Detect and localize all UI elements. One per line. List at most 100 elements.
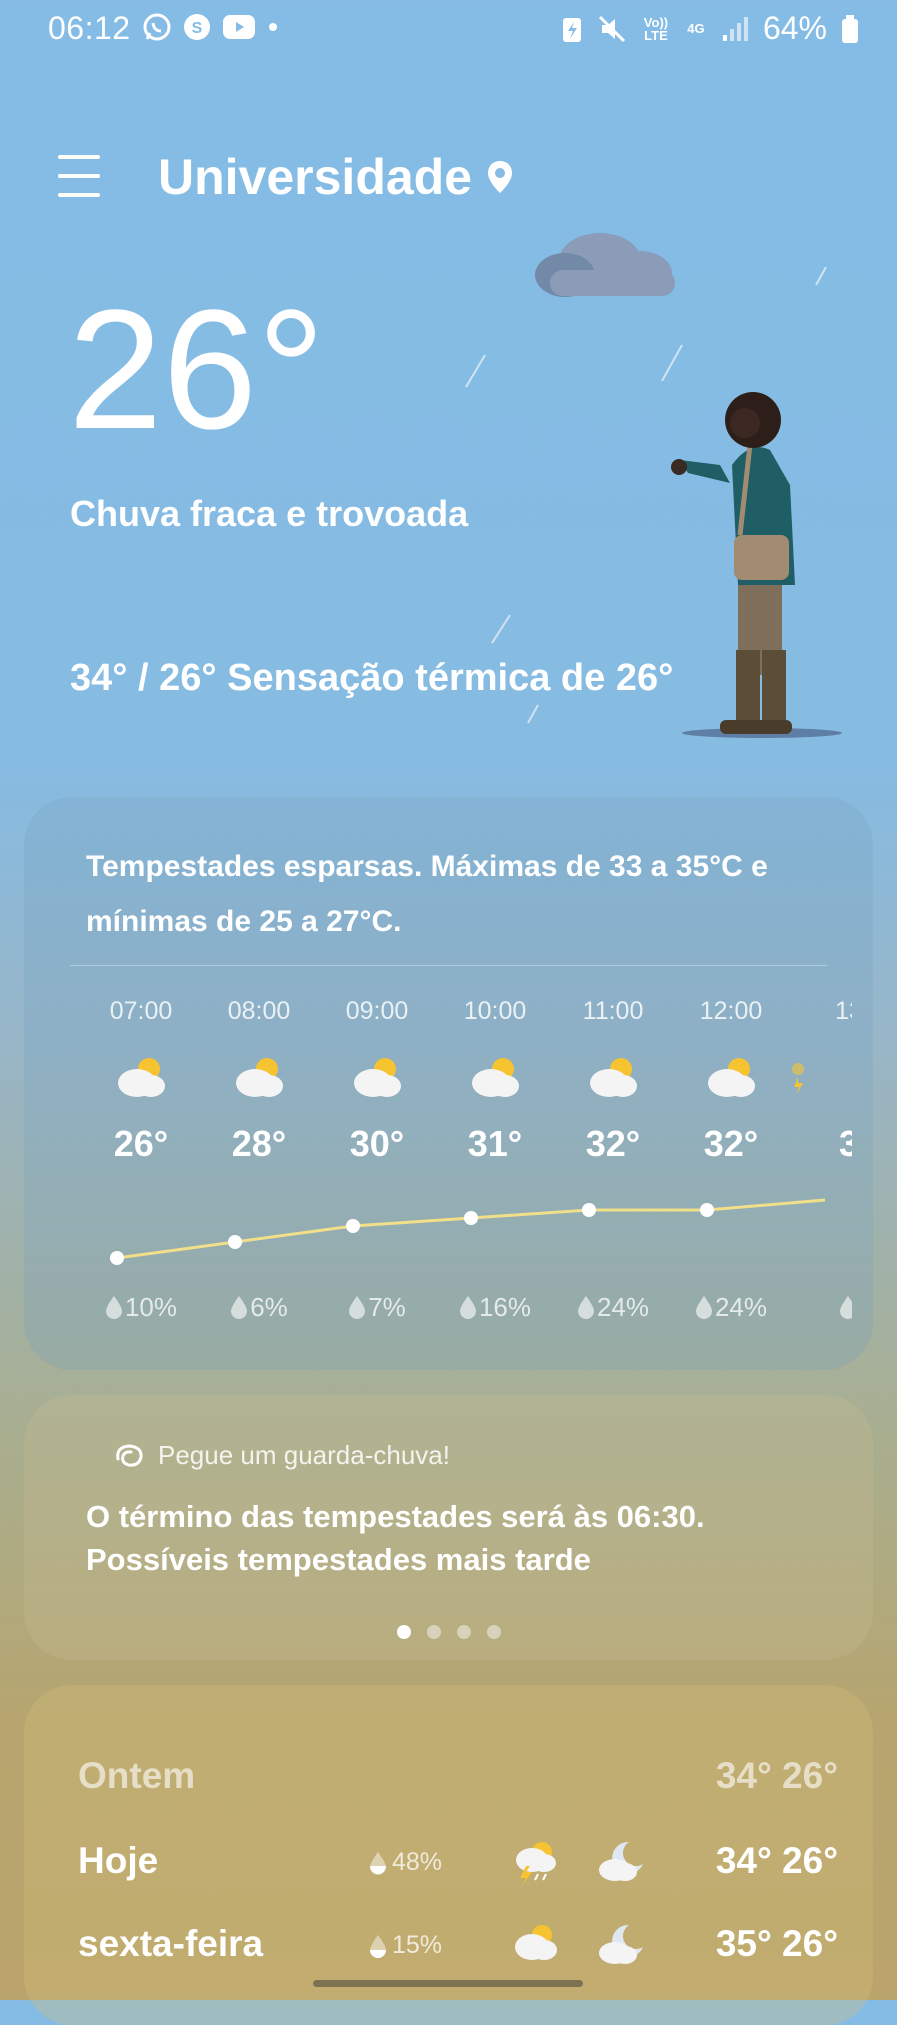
status-time: 06:12 <box>48 10 131 46</box>
hour-temperature: 30° <box>349 1123 405 1164</box>
volte-indicator: Vo)) LTE <box>643 14 669 43</box>
day-thunderstorm-icon <box>516 1842 556 1886</box>
hour-time: 13 <box>835 997 852 1025</box>
temperature-point <box>582 1203 596 1217</box>
alert-title: Pegue um guarda-chuva! <box>112 1440 450 1471</box>
mute-icon <box>598 15 626 42</box>
day-temperatures: 35° 26° <box>715 1923 838 1964</box>
status-bar: 06:12 S Vo)) LTE 4G 64% <box>0 0 897 60</box>
day-temperatures: 34° 26° <box>715 1840 838 1881</box>
partly-cloudy-icon <box>467 1055 523 1101</box>
current-temperature: 26° <box>68 275 326 465</box>
page-indicator[interactable] <box>24 1625 873 1639</box>
feels-like-temperature: Sensação térmica de 26° <box>227 657 674 699</box>
hour-precipitation: 16% <box>436 1292 554 1323</box>
hour-temperature: 3 <box>838 1123 852 1164</box>
signal-icon <box>722 16 748 41</box>
temperature-graph <box>110 1198 826 1265</box>
day-name: Ontem <box>78 1755 196 1796</box>
hour-temperature: 26° <box>113 1123 169 1164</box>
hour-precipitation: 24% <box>672 1292 790 1323</box>
alert-body-line-2: Possíveis tempestades mais tarde <box>86 1542 591 1577</box>
hourly-forecast-card[interactable]: Tempestades esparsas. Máximas de 33 a 35… <box>24 797 873 1370</box>
page-dot[interactable] <box>456 1625 471 1639</box>
umbrella-alert-card[interactable]: Pegue um guarda-chuva! O término das tem… <box>24 1395 873 1660</box>
high-low-feels-like: 34° / 26° Sensação térmica de 26° <box>70 657 673 700</box>
day-partly-cloudy-icon <box>515 1925 557 1960</box>
hour-precipitation-value: 7% <box>368 1292 406 1322</box>
hamburger-menu-icon[interactable] <box>58 155 100 197</box>
partly-cloudy-icon <box>231 1055 287 1101</box>
raindrop-icon <box>695 1296 712 1319</box>
hour-time: 12:00 <box>699 997 763 1025</box>
partly-cloudy-icon <box>349 1055 405 1101</box>
location-header[interactable]: Universidade <box>158 148 514 206</box>
youtube-icon <box>223 15 255 39</box>
hourly-item[interactable]: 07:00 26° 10% <box>82 997 200 1322</box>
partly-cloudy-icon <box>703 1055 759 1101</box>
hour-precipitation: 24% <box>554 1292 672 1323</box>
alert-body: O término das tempestades será às 06:30.… <box>86 1495 846 1581</box>
hourly-item[interactable]: 08:00 28° 6% <box>200 997 318 1322</box>
hourly-item[interactable]: 13 3 <box>790 997 852 1319</box>
partly-cloudy-icon <box>113 1055 169 1101</box>
temperature-line <box>116 1198 826 1260</box>
raindrop-half-icon <box>370 1934 386 1958</box>
hourly-item[interactable]: 09:00 30° 7% <box>318 997 436 1322</box>
raindrop-icon <box>840 1296 852 1319</box>
thunderstorm-icon <box>790 1055 846 1101</box>
raindrop-half-icon <box>370 1851 386 1875</box>
partly-cloudy-icon <box>585 1055 641 1101</box>
day-name: Hoje <box>78 1840 159 1881</box>
more-notifications-dot-icon <box>269 23 277 31</box>
home-gesture-bar[interactable] <box>313 1980 583 1987</box>
page-dot[interactable] <box>396 1625 411 1639</box>
temperature-point <box>346 1219 360 1233</box>
hour-precipitation: 7% <box>318 1292 436 1323</box>
night-cloudy-moon-icon <box>599 1841 643 1881</box>
hourly-item[interactable]: 11:00 32° 24% <box>554 997 672 1322</box>
hour-temperature: 32° <box>585 1123 641 1164</box>
raindrop-icon <box>577 1296 594 1319</box>
page-dot[interactable] <box>486 1625 501 1639</box>
raindrop-icon <box>349 1296 366 1319</box>
hour-time: 07:00 <box>109 997 173 1025</box>
whatsapp-icon <box>143 13 171 41</box>
hour-precipitation-value: 16% <box>478 1292 532 1322</box>
temperature-point <box>110 1251 124 1265</box>
daily-row-yesterday[interactable]: Ontem 34° 26° <box>78 1745 838 1805</box>
hourly-item[interactable]: 12:00 32° 24% <box>672 997 790 1322</box>
app-s-icon: S <box>184 14 210 40</box>
hourly-forecast-list[interactable]: 07:00 26° 10% 08:00 28° 6% 09:00 30° 7% 10:00 31° 1… <box>82 997 852 1357</box>
temperature-point <box>464 1211 478 1225</box>
hour-precipitation-value: 24% <box>714 1292 768 1322</box>
day-rain-value: 15% <box>392 1931 443 1959</box>
forecast-summary: Tempestades esparsas. Máximas de 33 a 35… <box>86 850 768 938</box>
raindrop-icon <box>105 1296 122 1319</box>
raindrop-icon <box>231 1296 248 1319</box>
day-name: sexta-feira <box>78 1923 264 1964</box>
hour-precipitation-value: 24% <box>596 1292 650 1322</box>
cloud-illustration <box>535 233 675 297</box>
page-dot[interactable] <box>426 1625 441 1639</box>
hourly-item[interactable]: 10:00 31° 16% <box>436 997 554 1322</box>
hour-temperature: 32° <box>703 1123 759 1164</box>
hour-precipitation-value: 6% <box>250 1292 288 1322</box>
day-rain-chance: 15% <box>368 1931 442 1960</box>
network-type-indicator: 4G <box>687 21 705 36</box>
hour-precipitation: 10% <box>82 1292 200 1323</box>
battery-saver-icon <box>562 17 581 42</box>
notification-icons: S <box>142 12 280 42</box>
daily-forecast-card[interactable]: Ontem 34° 26° Hoje 48% 34° 26° sexta-fei… <box>24 1685 873 2025</box>
alert-title-text: Pegue um guarda-chuva! <box>158 1440 450 1470</box>
battery-percentage: 64% <box>762 10 827 46</box>
daily-row-today[interactable]: Hoje 48% 34° 26° <box>78 1830 838 1890</box>
daily-row-friday[interactable]: sexta-feira 15% 35° 26° <box>78 1913 838 1973</box>
temperature-point <box>228 1235 242 1249</box>
svg-text:S: S <box>192 20 203 37</box>
hour-time: 11:00 <box>582 997 644 1025</box>
night-cloudy-moon-icon <box>599 1924 643 1964</box>
hour-time: 10:00 <box>463 997 527 1025</box>
day-rain-chance: 48% <box>368 1848 442 1877</box>
day-rain-value: 48% <box>392 1848 443 1876</box>
